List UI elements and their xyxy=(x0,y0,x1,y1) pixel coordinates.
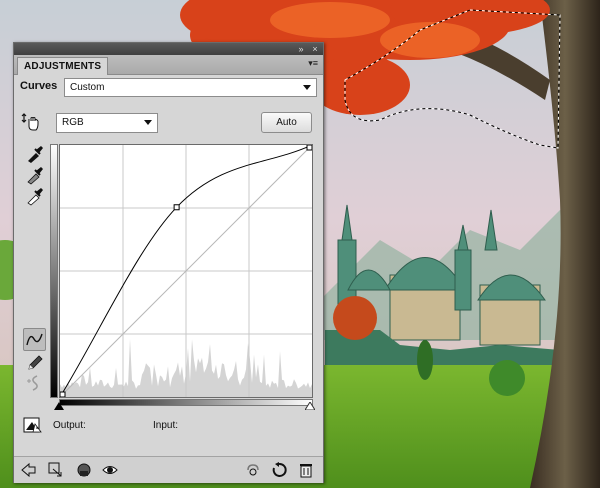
chevron-down-icon xyxy=(303,85,311,90)
view-previous-state-icon[interactable] xyxy=(245,462,261,478)
curve-graph[interactable] xyxy=(59,144,313,398)
preset-dropdown[interactable]: Custom xyxy=(64,78,317,97)
close-panel-icon[interactable]: × xyxy=(310,44,320,54)
curve-control-point[interactable] xyxy=(173,204,180,211)
black-point-slider[interactable] xyxy=(54,402,64,410)
hand-target-icon[interactable] xyxy=(20,112,40,132)
back-arrow-icon[interactable] xyxy=(20,462,36,478)
pencil-icon[interactable] xyxy=(25,352,45,372)
collapse-icon[interactable]: » xyxy=(296,44,306,54)
panel-menu-icon[interactable]: ▾≡ xyxy=(308,58,318,69)
output-label: Output: xyxy=(53,420,86,431)
output-gradient-bar xyxy=(50,144,58,398)
eyedropper-black-icon[interactable] xyxy=(24,144,44,164)
eyedropper-gray-icon[interactable] xyxy=(24,165,44,185)
white-point-slider[interactable] xyxy=(305,402,315,410)
channel-dropdown[interactable]: RGB xyxy=(56,113,158,133)
clip-to-layer-icon[interactable] xyxy=(76,462,92,478)
panel-bottom-bar xyxy=(14,456,323,483)
trash-icon[interactable] xyxy=(298,462,314,478)
adjustment-name: Curves xyxy=(20,80,58,92)
curve-control-point[interactable] xyxy=(60,391,66,397)
eyedropper-white-icon[interactable] xyxy=(24,186,44,206)
chevron-down-icon xyxy=(144,120,152,125)
tab-adjustments[interactable]: ADJUSTMENTS xyxy=(17,57,109,75)
eye-icon[interactable] xyxy=(102,462,118,478)
panel-titlebar[interactable]: » × xyxy=(14,43,323,55)
reset-icon[interactable] xyxy=(271,462,287,478)
input-label: Input: xyxy=(153,420,179,431)
curve-control-point[interactable] xyxy=(306,145,312,151)
clipping-warning-icon[interactable] xyxy=(23,415,43,435)
input-gradient-bar xyxy=(59,399,313,406)
preset-value: Custom xyxy=(70,82,105,93)
smooth-icon[interactable] xyxy=(25,373,45,393)
channel-value: RGB xyxy=(62,117,84,128)
auto-button[interactable]: Auto xyxy=(261,112,312,133)
expand-view-icon[interactable] xyxy=(48,462,64,478)
panel-tab-row: ADJUSTMENTS ▾≡ xyxy=(14,55,323,75)
adjustments-panel: » × ADJUSTMENTS ▾≡ Curves Custom RGB Aut… xyxy=(13,42,324,483)
curve-edit-icon[interactable] xyxy=(23,328,46,351)
